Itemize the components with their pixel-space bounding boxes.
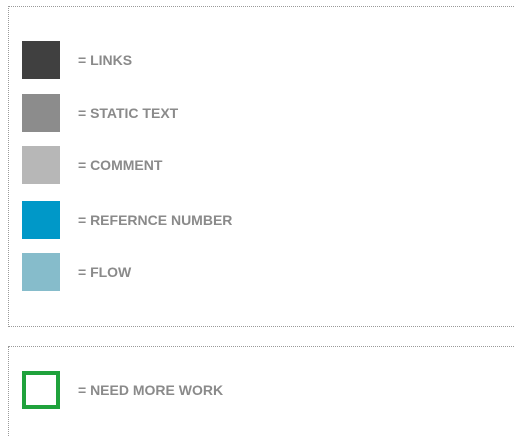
static-text-label: = STATIC TEXT [78,105,179,121]
static-text-color-swatch [22,94,60,132]
legend-item-need-more-work: = NEED MORE WORK [22,370,223,410]
links-color-swatch [22,41,60,79]
legend-item-comment: = COMMENT [22,145,162,185]
legend-item-static-text: = STATIC TEXT [22,93,178,133]
comment-color-swatch [22,146,60,184]
legend-item-reference-number: = REFERNCE NUMBER [22,200,232,240]
links-label: = LINKS [78,52,133,68]
legend-item-links: = LINKS [22,40,132,80]
need-more-work-outline-swatch [22,371,60,409]
flow-color-swatch [22,253,60,291]
reference-number-label: = REFERNCE NUMBER [78,212,233,228]
flow-label: = FLOW [78,264,132,280]
need-more-work-label: = NEED MORE WORK [78,382,224,398]
reference-number-color-swatch [22,201,60,239]
comment-label: = COMMENT [78,157,163,173]
legend-item-flow: = FLOW [22,252,131,292]
